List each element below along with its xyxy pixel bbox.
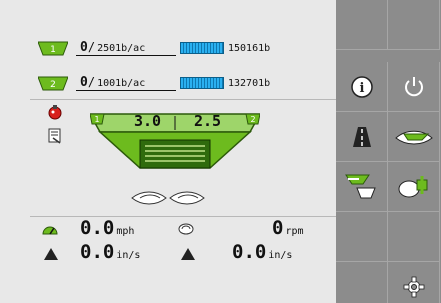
rate-separator: / <box>87 40 96 54</box>
rate-field-1[interactable]: 0 / 2501b/ac <box>76 40 176 56</box>
svg-text:i: i <box>359 81 364 96</box>
implement-icon <box>394 130 433 144</box>
road-mode-button[interactable] <box>336 112 388 162</box>
svg-text:1: 1 <box>94 115 99 124</box>
depth-left-icon <box>44 248 58 260</box>
softkey-empty[interactable] <box>388 212 440 262</box>
amount-2: 132701b <box>228 77 271 89</box>
implement-button[interactable] <box>388 112 440 162</box>
row-unit-icon <box>131 191 167 205</box>
product-row-2: 2 0 / 1001b/ac 132701b <box>38 74 270 92</box>
svg-text:2: 2 <box>50 80 56 90</box>
rate-separator: / <box>87 75 96 89</box>
gear-icon <box>403 276 424 297</box>
tank-1-icon: 1 <box>38 41 68 55</box>
current-rate-2: 0 <box>80 75 88 90</box>
level-bar-2 <box>180 77 224 89</box>
amount-1: 150161b <box>228 42 271 54</box>
current-rate-1: 0 <box>80 40 88 55</box>
fan-rpm: 0 rpm <box>272 217 304 239</box>
power-icon <box>404 76 423 96</box>
ground-speed: 0.0 mph <box>80 217 135 239</box>
rate-field-2[interactable]: 0 / 1001b/ac <box>76 75 176 91</box>
target-rate-1: 2501b/ac <box>97 43 146 54</box>
softkey-empty[interactable] <box>388 0 440 50</box>
divider <box>30 99 336 100</box>
softkey-empty[interactable] <box>336 212 388 262</box>
report-icon[interactable] <box>48 128 62 144</box>
road-icon <box>352 126 371 147</box>
softkey-empty[interactable] <box>336 262 388 303</box>
softkey-empty[interactable] <box>336 0 388 50</box>
settings-button[interactable] <box>388 262 440 303</box>
fill-button[interactable] <box>388 162 440 212</box>
depth-right: 0.0 in/s <box>232 241 293 263</box>
target-rate-2: 1001b/ac <box>97 78 146 89</box>
product-row-1: 1 0 / 2501b/ac 150161b <box>38 39 270 57</box>
info-icon: i <box>350 75 373 98</box>
softkey-panel: i <box>336 0 441 303</box>
meter-graphic[interactable]: 1 2 3.0 2.5 <box>88 110 262 210</box>
depth-right-icon <box>181 248 195 260</box>
main-display: 1 0 / 2501b/ac 150161b 2 0 / 1001b/ac 13… <box>0 0 336 303</box>
left-meter-value: 3.0 <box>134 112 162 130</box>
level-bar-1 <box>180 42 224 54</box>
right-meter-value: 2.5 <box>194 112 222 130</box>
power-button[interactable] <box>388 62 440 112</box>
svg-text:2: 2 <box>250 115 255 124</box>
row-unit-icon <box>169 191 205 205</box>
seed-icon[interactable] <box>48 104 62 120</box>
rpm-icon <box>178 223 194 235</box>
svg-text:1: 1 <box>50 45 56 55</box>
depth-left: 0.0 in/s <box>80 241 141 263</box>
side-icons <box>46 104 66 148</box>
funnel-icon <box>344 174 376 198</box>
tank-2-icon: 2 <box>38 76 68 90</box>
info-button[interactable]: i <box>336 62 388 112</box>
speedometer-icon <box>42 226 58 235</box>
meter-calibration-button[interactable] <box>336 162 388 212</box>
fill-tank-icon <box>398 175 427 197</box>
hopper-graphic: 1 2 <box>88 113 262 205</box>
